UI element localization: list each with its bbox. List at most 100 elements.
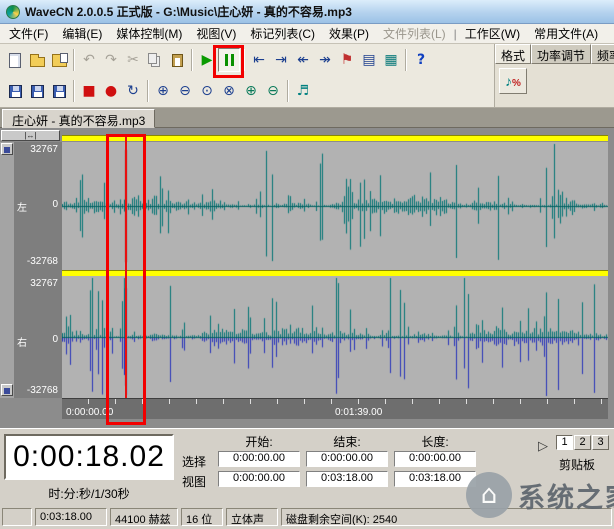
- column-header-length: 长度:: [394, 433, 476, 450]
- right-channel-button[interactable]: [1, 384, 13, 396]
- zoom-selection-icon: ⊙: [201, 84, 213, 98]
- waveform-right-channel[interactable]: [62, 276, 608, 398]
- right-channel-name: 右: [17, 334, 27, 349]
- view-start-field[interactable]: 0:00:00.00: [218, 471, 300, 487]
- amplitude-scale: 32767 左 0 -32768 32767 右 0 -32768: [14, 142, 62, 398]
- help-button[interactable]: ?: [410, 48, 432, 72]
- view-end-field[interactable]: 0:03:18.00: [306, 471, 388, 487]
- app-icon: [6, 5, 20, 19]
- open-recent-icon: [52, 57, 67, 67]
- zoom-selection-button[interactable]: ⊙: [196, 79, 218, 103]
- view-length-field[interactable]: 0:03:18.00: [394, 471, 476, 487]
- menu-file[interactable]: 文件(F): [2, 23, 55, 44]
- panel-tab-power[interactable]: 功率调节: [531, 44, 591, 64]
- left-channel-button[interactable]: [1, 143, 13, 155]
- clipboard-slot-1-button[interactable]: 1: [556, 435, 573, 450]
- format-panel-button[interactable]: ♪%: [499, 68, 527, 94]
- clipboard-label: 剪贴板: [542, 456, 612, 473]
- marker-list-button[interactable]: ▤: [358, 48, 380, 72]
- menu-file-list[interactable]: 文件列表(L): [376, 23, 453, 44]
- stop-button[interactable]: ■: [78, 79, 100, 103]
- menu-view[interactable]: 视图(V): [189, 23, 243, 44]
- selection-start-button[interactable]: ↞: [292, 48, 314, 72]
- menu-edit[interactable]: 编辑(E): [55, 23, 109, 44]
- selection-end-field[interactable]: 0:00:00.00: [306, 451, 388, 467]
- selection-start-field[interactable]: 0:00:00.00: [218, 451, 300, 467]
- selection-length-field[interactable]: 0:00:00.00: [394, 451, 476, 467]
- help-icon: ?: [417, 53, 425, 67]
- save-as-button[interactable]: [26, 79, 48, 103]
- add-marker-button[interactable]: ⚑: [336, 48, 358, 72]
- undo-button[interactable]: ↶: [78, 48, 100, 72]
- snap-grid-icon: ▦: [384, 53, 397, 67]
- add-marker-icon: ⚑: [341, 53, 354, 67]
- pause-icon: [225, 54, 234, 66]
- selection-end-button[interactable]: ↠: [314, 48, 336, 72]
- save-as-icon: [31, 85, 44, 98]
- marker-list-icon: ▤: [362, 53, 375, 67]
- toolbar-separator: [243, 49, 245, 71]
- copy-icon: [148, 53, 157, 64]
- new-file-icon: [9, 53, 21, 68]
- cut-icon: ✂: [127, 53, 139, 67]
- menu-workspace[interactable]: 工作区(W): [458, 23, 527, 44]
- copy-button[interactable]: [144, 48, 166, 72]
- cut-button[interactable]: ✂: [122, 48, 144, 72]
- toolbar-separator: [287, 80, 289, 102]
- document-tab[interactable]: 庄心妍 - 真的不容易.mp3: [2, 109, 155, 128]
- left-channel-name: 左: [17, 199, 27, 214]
- preview-play-icon[interactable]: ▷: [538, 438, 548, 454]
- zoom-vertical-in-icon: ⊕: [245, 84, 257, 98]
- zoom-in-icon: ⊕: [157, 84, 169, 98]
- new-file-button[interactable]: [4, 48, 26, 72]
- waveform-left-channel[interactable]: [62, 142, 608, 270]
- clipboard-slot-2-button[interactable]: 2: [574, 435, 591, 450]
- row-label-selection: 选择: [182, 453, 216, 470]
- right-zero-label: 0: [52, 334, 58, 349]
- goto-start-button[interactable]: ⇤: [248, 48, 270, 72]
- audio-properties-icon: ♬: [297, 84, 310, 98]
- save-button[interactable]: [4, 79, 26, 103]
- audio-properties-button[interactable]: ♬: [292, 79, 314, 103]
- ruler-start-label: 0:00:00.00: [66, 407, 113, 418]
- status-grip: [2, 508, 32, 526]
- ruler-mid-label: 0:01:39.00: [335, 407, 382, 418]
- time-display-value: 0:00:18.02: [13, 440, 165, 474]
- toolbar-separator: [147, 80, 149, 102]
- panel-tab-frequency[interactable]: 频率: [591, 44, 614, 64]
- goto-end-button[interactable]: ⇥: [270, 48, 292, 72]
- time-ruler[interactable]: 0:00:00.00 0:01:39.00: [62, 398, 608, 419]
- record-button[interactable]: ●: [100, 79, 122, 103]
- pause-button[interactable]: [218, 48, 240, 72]
- panel-tab-format[interactable]: 格式: [495, 44, 531, 64]
- status-sample-rate: 44100 赫兹: [110, 508, 178, 526]
- menu-media-control[interactable]: 媒体控制(M): [109, 23, 189, 44]
- zoom-vertical-out-icon: ⊖: [267, 84, 279, 98]
- redo-button[interactable]: ↷: [100, 48, 122, 72]
- status-total-length: 0:03:18.00: [35, 508, 107, 526]
- zoom-out-button[interactable]: ⊖: [174, 79, 196, 103]
- zoom-in-button[interactable]: ⊕: [152, 79, 174, 103]
- menu-effects[interactable]: 效果(P): [322, 23, 376, 44]
- zoom-vertical-out-button[interactable]: ⊖: [262, 79, 284, 103]
- snap-grid-button[interactable]: ▦: [380, 48, 402, 72]
- play-icon: ▶: [202, 53, 213, 67]
- transport-panel: 0:00:18.02 时:分:秒/1/30秒 开始:结束:长度:选择0:00:0…: [0, 428, 614, 505]
- zoom-vertical-in-button[interactable]: ⊕: [240, 79, 262, 103]
- toolbar-right-panel: 格式功率调节频率 ♪%: [494, 44, 614, 107]
- status-channels: 立体声: [226, 508, 278, 526]
- clipboard-slot-3-button[interactable]: 3: [592, 435, 609, 450]
- loop-button[interactable]: ↻: [122, 79, 144, 103]
- time-display: 0:00:18.02: [4, 434, 174, 480]
- open-recent-button[interactable]: [48, 48, 70, 72]
- menu-marker-list[interactable]: 标记列表(C): [243, 23, 322, 44]
- play-button[interactable]: ▶: [196, 48, 218, 72]
- zoom-full-button[interactable]: ⊗: [218, 79, 240, 103]
- save-selection-button[interactable]: [48, 79, 70, 103]
- playback-cursor[interactable]: [125, 136, 127, 398]
- menu-common-files[interactable]: 常用文件(A): [527, 23, 605, 44]
- loop-icon: ↻: [127, 84, 139, 98]
- paste-button[interactable]: [166, 48, 188, 72]
- fit-width-button[interactable]: |↔|: [1, 130, 60, 141]
- open-file-button[interactable]: [26, 48, 48, 72]
